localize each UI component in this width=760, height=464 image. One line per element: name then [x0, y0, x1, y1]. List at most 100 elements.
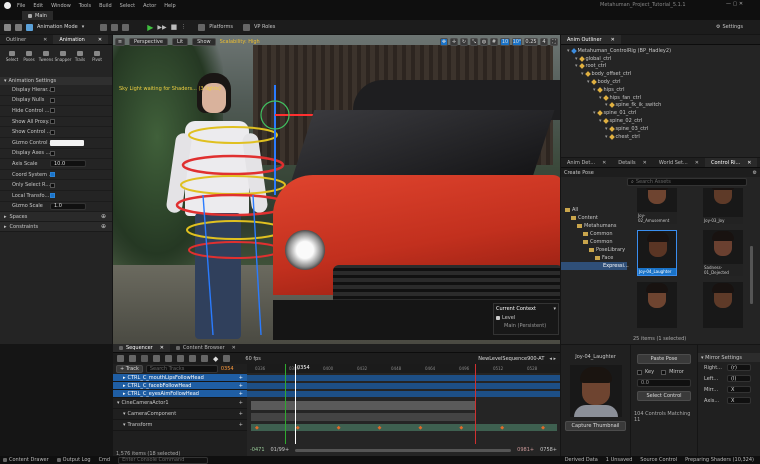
anim-tool-select[interactable]: Select	[4, 50, 20, 62]
anim-tool-trails[interactable]: Trails	[72, 50, 88, 62]
settings-icon[interactable]: ⚙	[753, 170, 757, 176]
pose-scrollbar[interactable]	[750, 246, 753, 304]
gizmo-color-swatch[interactable]	[50, 139, 84, 146]
track-expand-icon[interactable]: ▾	[123, 411, 126, 417]
filter-seq-icon[interactable]	[177, 355, 184, 362]
close-icon[interactable]: ✕	[232, 345, 236, 351]
tab-animation[interactable]: Animation ✕	[53, 35, 109, 44]
anim-section-spaces[interactable]: ▸ Spaces ⊕	[0, 212, 112, 223]
key-diamond-icon[interactable]: ◆	[213, 355, 218, 363]
folder-item[interactable]: Metahumans	[561, 222, 627, 230]
track-expand-icon[interactable]: ▸	[123, 375, 126, 381]
track-add-icon[interactable]: +	[239, 411, 243, 417]
tree-expand-icon[interactable]: ▾	[599, 95, 602, 101]
folder-item[interactable]: Content	[561, 214, 627, 222]
track-add-icon[interactable]: +	[239, 391, 243, 397]
setting-checkbox[interactable]	[50, 97, 55, 103]
close-icon[interactable]: ✕	[602, 160, 606, 166]
pose-thumbnail[interactable]: Joy-03_Joy	[703, 188, 743, 224]
setting-checkbox[interactable]	[50, 108, 55, 114]
tree-expand-icon[interactable]: ▾	[599, 118, 602, 124]
curve-icon[interactable]	[201, 355, 208, 362]
end-frame-2[interactable]: 0758+	[540, 447, 557, 453]
tree-expand-icon[interactable]: ▾	[567, 48, 570, 54]
sequencer-track[interactable]: ▸ CTRL_C_mouthLipsFollowHead +	[113, 374, 247, 382]
anim-section-constraints[interactable]: ▸ Constraints ⊕	[0, 222, 112, 233]
rig-tree-item[interactable]: ▾ chest_ctrl	[561, 133, 760, 141]
window-controls[interactable]: — ▢ ✕	[726, 1, 743, 7]
settings-button[interactable]: Settings	[722, 24, 743, 30]
tab-worldset[interactable]: World Set... ✕	[653, 158, 705, 167]
tree-expand-icon[interactable]: ▾	[605, 102, 608, 108]
maximize-icon[interactable]: ⛶	[550, 37, 558, 46]
tab-controlri[interactable]: Control Ri... ✕	[704, 158, 758, 167]
move-tool-icon[interactable]: ✛	[450, 37, 458, 46]
anim-tool-tweens[interactable]: Tweens	[38, 50, 54, 62]
show-button[interactable]: Show	[192, 37, 216, 46]
select-control-button[interactable]: Select Control	[637, 391, 691, 401]
viewport-menu-button[interactable]: ≡	[115, 37, 125, 46]
track-expand-icon[interactable]: ▸	[123, 391, 126, 397]
close-icon[interactable]: ✕	[747, 160, 751, 166]
vp-roles-button[interactable]: VP Roles	[254, 24, 275, 30]
setting-checkbox[interactable]	[50, 193, 55, 199]
rig-tree-item[interactable]: ▾ hips_fan_ctrl	[561, 94, 760, 102]
start-frame[interactable]: -0471	[250, 447, 265, 453]
track-expand-icon[interactable]: ▾	[123, 422, 126, 428]
create-pose-button[interactable]: Create Pose	[564, 170, 594, 176]
timeline-ruler[interactable]: 033603840400043204480464049605120528	[247, 364, 560, 373]
grid-value-icon[interactable]: 10	[500, 37, 510, 46]
close-icon[interactable]: ✕	[160, 345, 164, 351]
snap-sequence-icon[interactable]	[129, 355, 136, 362]
setting-number-input[interactable]: 1.0	[50, 202, 86, 210]
scale-tool-icon[interactable]: ⤡	[470, 37, 478, 46]
tab-outliner[interactable]: Outliner ✕	[0, 35, 53, 44]
cinematics-icon[interactable]	[111, 23, 119, 31]
anim-tool-poses[interactable]: Poses	[21, 50, 37, 62]
track-expand-icon[interactable]: ▸	[123, 383, 126, 389]
output-log-button[interactable]: Output Log	[56, 457, 91, 463]
tree-expand-icon[interactable]: ▾	[587, 79, 590, 85]
folder-item[interactable]: PoseLibrary	[561, 246, 627, 254]
blend-slider[interactable]: 0.0	[637, 379, 691, 387]
setting-checkbox[interactable]	[50, 129, 55, 135]
save-icon[interactable]	[4, 23, 11, 31]
capture-thumbnail-button[interactable]: Capture Thumbnail	[565, 421, 626, 431]
tree-expand-icon[interactable]: ▾	[593, 110, 596, 116]
track-add-icon[interactable]: +	[239, 422, 243, 428]
tab-details[interactable]: Details ✕	[612, 158, 653, 167]
tab-anim-outliner[interactable]: Anim Outliner ✕	[561, 35, 621, 44]
blueprint-icon[interactable]	[100, 23, 108, 31]
step-icon[interactable]: ▶▶	[157, 24, 166, 31]
setting-checkbox[interactable]	[50, 119, 55, 125]
select-tool-icon[interactable]: ✥	[440, 37, 448, 46]
anim-tool-snapper[interactable]: Snapper	[55, 50, 71, 62]
rig-tree-item[interactable]: ▾ global_ctrl	[561, 55, 760, 63]
lit-button[interactable]: Lit	[171, 37, 189, 46]
tree-expand-icon[interactable]: ▾	[581, 71, 584, 77]
render-icon[interactable]	[165, 355, 172, 362]
menu-item-select[interactable]: Select	[120, 3, 135, 9]
add-icon[interactable]: ⊕	[101, 223, 106, 230]
keyframe-icon[interactable]	[141, 355, 148, 362]
magnet-icon[interactable]	[189, 355, 196, 362]
menu-item-tools[interactable]: Tools	[79, 3, 91, 9]
close-icon[interactable]: ✕	[695, 160, 699, 166]
tree-expand-icon[interactable]: ▾	[605, 126, 608, 132]
platforms-button[interactable]: Platforms	[209, 24, 233, 30]
rig-tree-item[interactable]: ▾ body_offset_ctrl	[561, 70, 760, 78]
mirror-value-input[interactable]: (r)	[727, 364, 751, 371]
add-track-button[interactable]: + Track	[116, 365, 143, 373]
play-icon[interactable]: ▶	[147, 23, 153, 32]
setting-checkbox[interactable]	[50, 172, 55, 178]
rotate-tool-icon[interactable]: ↻	[460, 37, 468, 46]
angle-snap-icon[interactable]: 10°	[512, 37, 522, 46]
search-assets-input[interactable]: ⌕ Search Assets	[627, 177, 747, 186]
snap-icon[interactable]: #	[490, 37, 498, 46]
sequencer-track[interactable]: ▾ CameraComponent +	[113, 409, 247, 420]
selected-pose-thumbnail[interactable]	[569, 365, 622, 417]
source-control[interactable]: Source Control	[640, 457, 677, 463]
pose-thumbnail[interactable]: Joy-02_Amusement	[637, 188, 677, 224]
current-frame[interactable]: 01/99+	[271, 447, 290, 453]
rig-tree-item[interactable]: ▾ spine_01_ctrl	[561, 109, 760, 117]
